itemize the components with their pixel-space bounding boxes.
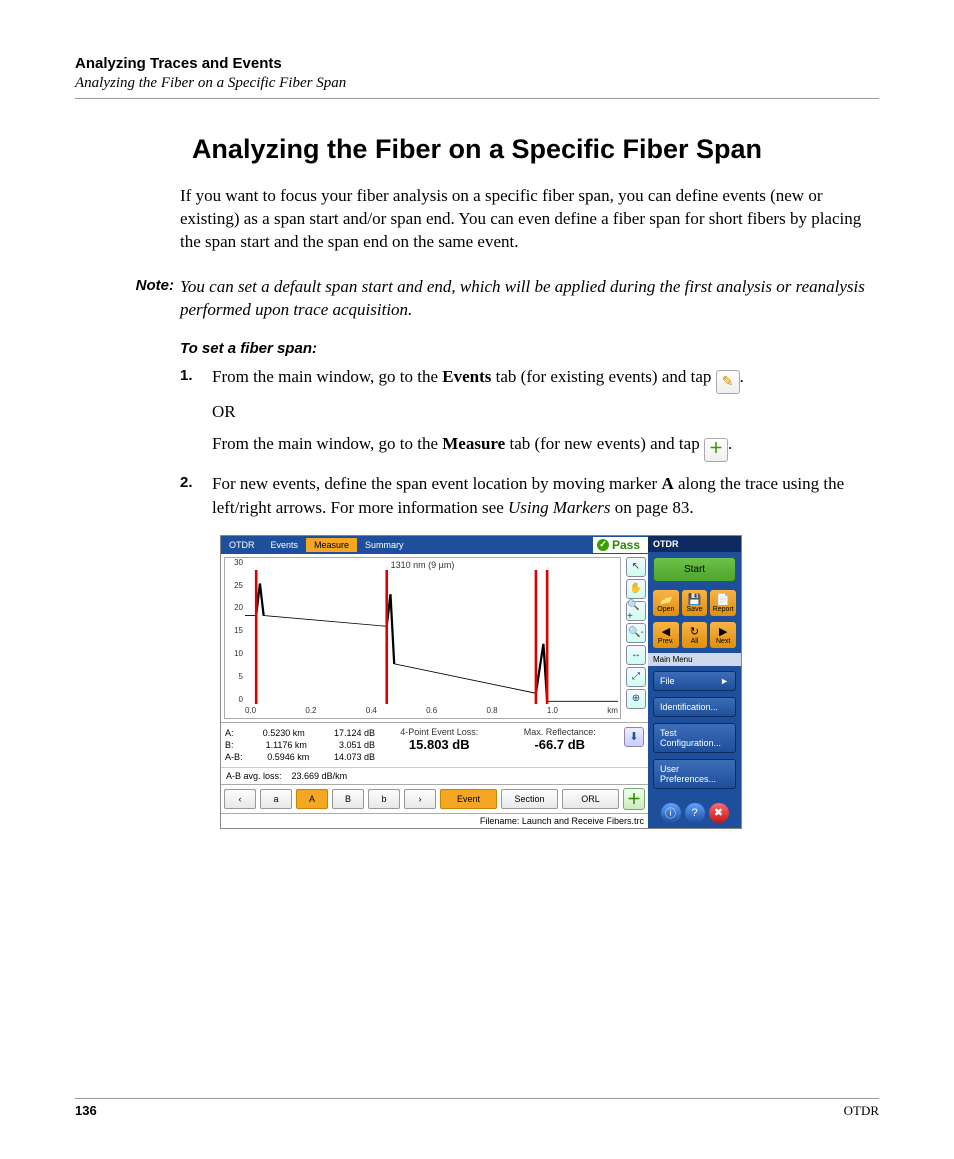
main-menu-header: Main Menu	[648, 653, 741, 666]
chevron-right-icon: ►	[720, 676, 729, 686]
step-1-body: From the main window, go to the Events t…	[212, 365, 744, 462]
next-button[interactable]: ▶Next	[710, 622, 736, 648]
mode-event-button[interactable]: Event	[440, 789, 497, 809]
max-reflectance-value: -66.7 dB	[504, 737, 617, 752]
four-point-loss-value: 15.803 dB	[383, 737, 496, 752]
note-text: You can set a default span start and end…	[180, 276, 879, 322]
add-event-button[interactable]: ＋	[623, 788, 645, 810]
tab-otdr[interactable]: OTDR	[221, 538, 263, 552]
close-icon[interactable]: ✖	[709, 803, 729, 823]
extra-tool-icon[interactable]: ⊕	[626, 689, 646, 709]
all-button[interactable]: ↻All	[682, 622, 708, 648]
test-config-menu[interactable]: Test Configuration...	[653, 723, 736, 753]
tab-summary[interactable]: Summary	[357, 538, 412, 552]
note-label: Note:	[75, 276, 174, 322]
measurement-panel: A:0.5230 km17.124 dB B:1.1176 km3.051 dB…	[221, 722, 648, 767]
marker-b-button[interactable]: b	[368, 789, 400, 809]
plot-y-axis: 30 25 20 15 10 5 0	[225, 558, 245, 704]
page-title: Analyzing the Fiber on a Specific Fiber …	[75, 134, 879, 165]
page-number: 136	[75, 1103, 97, 1119]
nav-prev-button[interactable]: ‹	[224, 789, 256, 809]
marker-B-button[interactable]: B	[332, 789, 364, 809]
pointer-tool-icon[interactable]: ↖	[626, 557, 646, 577]
tab-measure[interactable]: Measure	[306, 538, 357, 552]
marker-button-row: ‹ a A B b › Event Section ORL ＋	[221, 784, 648, 813]
plot-toolbar: ↖ ✋ 🔍+ 🔍- ↔ ⤢ ⊕	[624, 554, 648, 722]
otdr-screenshot: OTDR Events Measure Summary ✓ Pass 1310 …	[220, 535, 742, 829]
file-menu[interactable]: File ►	[653, 671, 736, 691]
user-prefs-menu[interactable]: User Preferences...	[653, 759, 736, 789]
tab-events[interactable]: Events	[263, 538, 307, 552]
intro-paragraph: If you want to focus your fiber analysis…	[180, 185, 869, 254]
start-button[interactable]: Start	[653, 557, 736, 582]
marker-a-button[interactable]: a	[260, 789, 292, 809]
open-button[interactable]: 📂Open	[653, 590, 679, 616]
mode-orl-button[interactable]: ORL	[562, 789, 619, 809]
help-icon[interactable]: ?	[685, 803, 705, 823]
plot-title: 1310 nm (9 µm)	[225, 560, 620, 570]
info-icon[interactable]: ⓘ	[661, 803, 681, 823]
avg-loss-row: A-B avg. loss: 23.669 dB/km	[221, 767, 648, 784]
zoom-in-icon[interactable]: 🔍+	[626, 601, 646, 621]
step-2-body: For new events, define the span event lo…	[212, 472, 869, 520]
marker-A-button[interactable]: A	[296, 789, 328, 809]
filename-bar: Filename: Launch and Receive Fibers.trc	[221, 813, 648, 828]
identification-menu[interactable]: Identification...	[653, 697, 736, 717]
download-icon[interactable]: ⬇	[624, 727, 644, 747]
pencil-icon: ✎	[716, 370, 740, 394]
fit-all-icon[interactable]: ⤢	[626, 667, 646, 687]
page-footer: 136 OTDR	[75, 1098, 879, 1119]
step-number-1: 1.	[180, 365, 198, 462]
header-rule	[75, 98, 879, 99]
procedure-heading: To set a fiber span:	[180, 340, 879, 357]
pass-badge: ✓ Pass	[593, 537, 648, 553]
pan-tool-icon[interactable]: ✋	[626, 579, 646, 599]
running-head-chapter: Analyzing Traces and Events	[75, 55, 879, 72]
mode-section-button[interactable]: Section	[501, 789, 558, 809]
step-number-2: 2.	[180, 472, 198, 520]
running-head-section: Analyzing the Fiber on a Specific Fiber …	[75, 75, 879, 92]
report-button[interactable]: 📄Report	[710, 590, 736, 616]
prev-button[interactable]: ◀Prev.	[653, 622, 679, 648]
side-panel-title: OTDR	[648, 536, 741, 552]
checkmark-icon: ✓	[597, 539, 609, 551]
note-block: Note: You can set a default span start a…	[75, 276, 879, 322]
footer-doc-label: OTDR	[844, 1103, 879, 1119]
tab-bar: OTDR Events Measure Summary ✓ Pass	[221, 536, 648, 554]
plus-icon: ＋	[704, 438, 728, 462]
plot-x-axis: 0.0 0.2 0.4 0.6 0.8 1.0 km	[245, 706, 618, 718]
nav-next-button[interactable]: ›	[404, 789, 436, 809]
trace-plot[interactable]: 1310 nm (9 µm) 30 25 20 15 10 5 0 0.0	[224, 557, 621, 719]
side-panel: OTDR Start 📂Open 💾Save 📄Report ◀Prev. ↻A…	[648, 536, 741, 828]
zoom-out-icon[interactable]: 🔍-	[626, 623, 646, 643]
save-button[interactable]: 💾Save	[682, 590, 708, 616]
fit-width-icon[interactable]: ↔	[626, 645, 646, 665]
